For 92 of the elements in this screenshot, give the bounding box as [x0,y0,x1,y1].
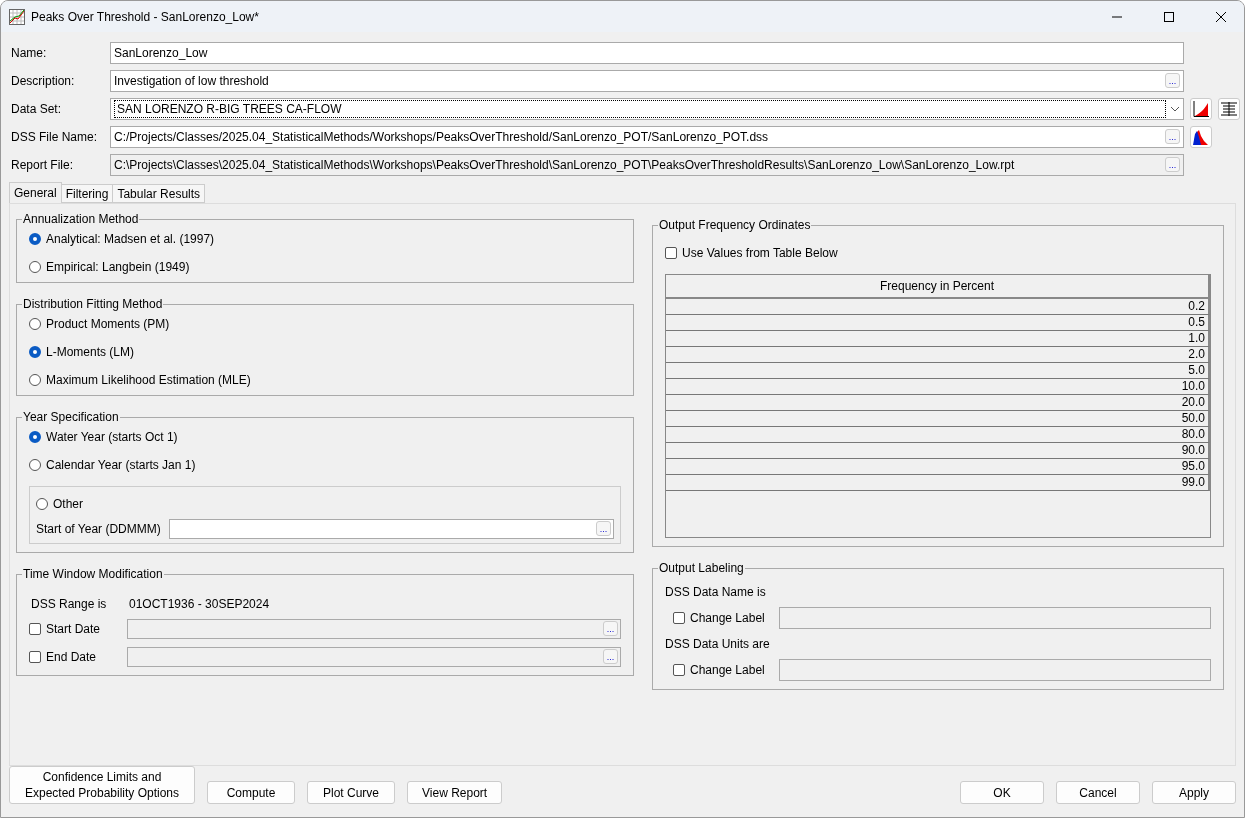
input-field[interactable]: C:/Projects/Classes/2025.04_StatisticalMethods/Workshops/PeaksOverThreshold/SanLorenzo_POT/SanLorenzo_POT.dss ... [110,125,1184,148]
dialog-button[interactable]: Apply [1152,781,1236,804]
checkbox[interactable] [673,664,685,676]
field-label: Name: [11,45,48,60]
radio-label: Calendar Year (starts Jan 1) [46,458,196,472]
checkbox[interactable] [29,651,41,663]
field-label: Start of Year (DDMMM) [36,522,161,536]
tab[interactable]: General [9,182,62,203]
radio-label: Product Moments (PM) [46,317,170,331]
browse-button[interactable]: ... [1165,157,1180,172]
browse-button[interactable]: ... [596,521,611,536]
checkbox-label: Use Values from Table Below [682,246,838,260]
range-value: 01OCT1936 - 30SEP2024 [129,597,270,611]
group-title: Distribution Fitting Method [22,297,164,311]
table-cell: 50.0 [666,411,1210,427]
checkbox[interactable] [665,247,677,259]
browse-button[interactable]: ... [1165,73,1180,88]
close-icon [1216,11,1226,22]
histogram-button[interactable] [1190,125,1212,148]
field-label: Description: [11,73,76,88]
field-label: Data Set: [11,101,63,116]
input-field[interactable]: Investigation of low threshold ... [110,69,1184,92]
radio-button[interactable] [36,498,48,510]
input-field[interactable] [778,659,1211,681]
group-title: Time Window Modification [22,567,164,581]
dataset-dropdown[interactable]: SAN LORENZO R-BIG TREES CA-FLOW [110,97,1184,120]
radio-label: Other [53,497,83,511]
field-label: DSS File Name: [11,129,99,144]
maximize-icon [1164,11,1174,22]
checkbox[interactable] [29,623,41,635]
dialog-button[interactable]: OK [960,781,1044,804]
group-title: Output Frequency Ordinates [658,218,812,232]
radio-label: L-Moments (LM) [46,345,134,359]
window-title: Peaks Over Threshold - SanLorenzo_Low* [31,9,260,24]
minimize-icon [1112,15,1122,18]
table-cell: 90.0 [666,443,1210,459]
field-label: DSS Data Units are [665,637,771,651]
input-field[interactable]: C:\Projects\Classes\2025.04_StatisticalMethods\Workshops\PeaksOverThreshold\SanLorenzo_POT\PeaksOverThresholdResults\SanLorenzo_Low\SanLorenzo_Low.rpt ... [110,153,1184,176]
radio-button[interactable] [29,374,41,386]
group-title: Annualization Method [22,212,140,226]
input-field[interactable]: ... [127,619,621,639]
action-button[interactable]: View Report [407,781,503,804]
radio-label: Analytical: Madsen et al. (1997) [46,232,215,246]
checkbox[interactable] [673,612,685,624]
checkbox-label: Change Label [690,611,765,625]
column-header: Frequency in Percent [666,275,1210,299]
tab[interactable]: Filtering [60,184,114,203]
group-title: Output Labeling [658,561,745,575]
browse-button[interactable]: ... [603,649,618,664]
table-cell: 99.0 [666,475,1210,491]
table-cell: 10.0 [666,379,1210,395]
checkbox-label: Change Label [690,663,765,677]
input-field[interactable] [778,607,1211,629]
action-button[interactable]: Confidence Limits and Expected Probability Options [9,766,195,804]
table-cell: 5.0 [666,363,1210,379]
group-title: Year Specification [22,410,120,424]
input-field[interactable]: ... [168,519,614,539]
field-label: DSS Data Name is [665,585,767,599]
action-button[interactable]: Plot Curve [307,781,395,804]
radio-label: Water Year (starts Oct 1) [46,430,178,444]
field-label: Report File: [11,157,75,172]
chart-app-icon [9,8,25,25]
chart-button[interactable] [1190,97,1212,120]
radio-button[interactable] [29,318,41,330]
radio-label: Empirical: Langbein (1949) [46,260,190,274]
radio-button[interactable] [29,346,41,358]
table-cell: 80.0 [666,427,1210,443]
action-button[interactable]: Compute [207,781,295,804]
table-button[interactable] [1218,97,1240,120]
table-cell: 2.0 [666,347,1210,363]
radio-button[interactable] [29,261,41,273]
checkbox-label: End Date [46,650,97,664]
radio-button[interactable] [29,459,41,471]
input-field[interactable]: SanLorenzo_Low [110,41,1184,64]
table-cell: 95.0 [666,459,1210,475]
table-cell: 20.0 [666,395,1210,411]
radio-button[interactable] [29,431,41,443]
chart-icon [1192,99,1210,118]
table-cell: 0.2 [666,299,1210,315]
chevron-down-icon [1170,105,1180,112]
table-icon [1220,100,1238,117]
browse-button[interactable]: ... [603,621,618,636]
checkbox-label: Start Date [46,622,101,636]
table-cell: 1.0 [666,331,1210,347]
table-cell: 0.5 [666,315,1210,331]
browse-button[interactable]: ... [1165,129,1180,144]
input-field[interactable]: ... [127,647,621,667]
radio-button[interactable] [29,233,41,245]
field-label: DSS Range is [30,597,108,611]
radio-label: Maximum Likelihood Estimation (MLE) [46,373,251,387]
tab[interactable]: Tabular Results [112,184,206,203]
dialog-button[interactable]: Cancel [1056,781,1140,804]
